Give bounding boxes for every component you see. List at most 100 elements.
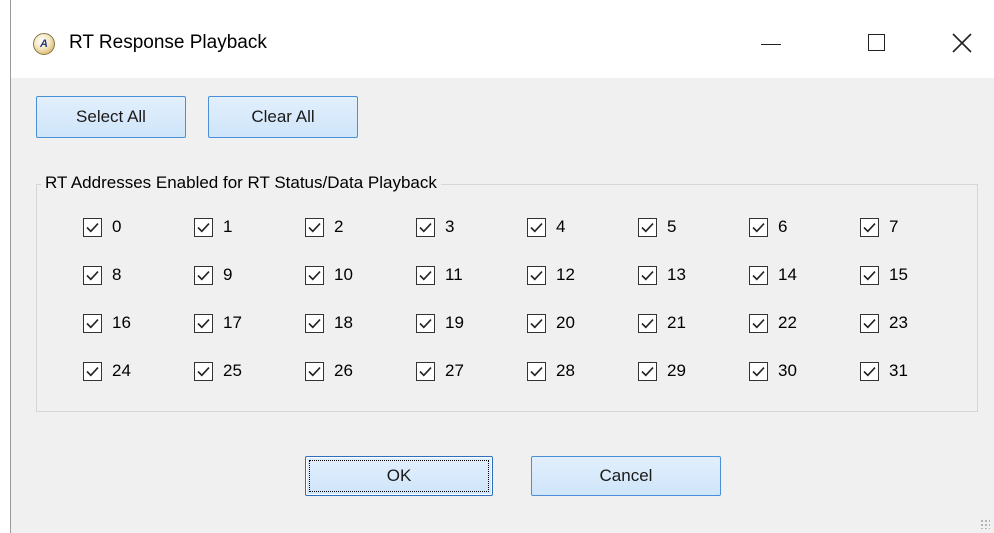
rt-address-checkbox-25[interactable]: 25 [194,359,242,383]
checkbox-box[interactable] [194,217,213,237]
checkbox-label: 21 [667,313,686,332]
rt-address-checkbox-22[interactable]: 22 [749,311,797,335]
checkbox-box[interactable] [194,361,213,381]
rt-address-checkbox-28[interactable]: 28 [527,359,575,383]
checkbox-box[interactable] [749,265,768,285]
cancel-button[interactable]: Cancel [531,456,721,496]
checkbox-box[interactable] [416,265,435,285]
checkbox-label: 18 [334,313,353,332]
rt-address-checkbox-14[interactable]: 14 [749,263,797,287]
rt-address-checkbox-24[interactable]: 24 [83,359,131,383]
checkbox-box[interactable] [416,361,435,381]
checkbox-box[interactable] [749,217,768,237]
rt-address-checkbox-21[interactable]: 21 [638,311,686,335]
rt-address-checkbox-0[interactable]: 0 [83,215,121,239]
checkbox-box[interactable] [527,361,546,381]
checkbox-box[interactable] [638,313,657,333]
checkbox-box[interactable] [305,217,324,237]
rt-address-checkbox-12[interactable]: 12 [527,263,575,287]
checkbox-box[interactable] [194,265,213,285]
maximize-button[interactable] [854,20,904,66]
checkbox-box[interactable] [527,265,546,285]
checkbox-label: 14 [778,265,797,284]
checkbox-box[interactable] [416,313,435,333]
rt-address-checkbox-15[interactable]: 15 [860,263,908,287]
checkbox-box[interactable] [305,313,324,333]
rt-address-checkbox-26[interactable]: 26 [305,359,353,383]
rt-address-checkbox-11[interactable]: 11 [416,263,463,287]
checkmark-icon [863,270,876,280]
rt-address-checkbox-5[interactable]: 5 [638,215,676,239]
rt-address-checkbox-6[interactable]: 6 [749,215,787,239]
rt-address-checkbox-16[interactable]: 16 [83,311,131,335]
checkbox-box[interactable] [638,265,657,285]
rt-address-checkbox-29[interactable]: 29 [638,359,686,383]
resize-grip[interactable] [980,519,990,529]
checkbox-label: 13 [667,265,686,284]
checkbox-box[interactable] [749,313,768,333]
rt-address-checkbox-19[interactable]: 19 [416,311,464,335]
checkbox-box[interactable] [638,361,657,381]
checkbox-box[interactable] [749,361,768,381]
checkbox-box[interactable] [860,217,879,237]
checkbox-label: 10 [334,265,353,284]
close-icon [952,33,972,53]
rt-address-checkbox-31[interactable]: 31 [860,359,908,383]
rt-address-checkbox-20[interactable]: 20 [527,311,575,335]
checkmark-icon [752,318,765,328]
rt-address-checkbox-1[interactable]: 1 [194,215,232,239]
checkbox-box[interactable] [860,265,879,285]
checkbox-box[interactable] [83,217,102,237]
checkbox-box[interactable] [305,265,324,285]
checkbox-label: 5 [667,217,677,236]
checkbox-label: 12 [556,265,575,284]
rt-address-checkbox-4[interactable]: 4 [527,215,565,239]
checkmark-icon [308,270,321,280]
select-all-button[interactable]: Select All [36,96,186,138]
checkbox-box[interactable] [83,361,102,381]
clear-all-button[interactable]: Clear All [208,96,358,138]
checkbox-label: 24 [112,361,131,380]
checkbox-label: 6 [778,217,788,236]
rt-address-checkbox-9[interactable]: 9 [194,263,232,287]
checkbox-box[interactable] [860,313,879,333]
app-logo-icon: A [33,33,55,55]
checkbox-box[interactable] [305,361,324,381]
title-bar[interactable]: A RT Response Playback [11,0,994,78]
checkbox-label: 26 [334,361,353,380]
checkmark-icon [752,222,765,232]
rt-address-checkbox-2[interactable]: 2 [305,215,343,239]
checkbox-label: 15 [889,265,908,284]
rt-address-checkbox-13[interactable]: 13 [638,263,686,287]
rt-address-checkbox-23[interactable]: 23 [860,311,908,335]
checkbox-label: 16 [112,313,131,332]
checkmark-icon [86,366,99,376]
rt-address-checkbox-30[interactable]: 30 [749,359,797,383]
checkbox-box[interactable] [83,265,102,285]
checkbox-box[interactable] [83,313,102,333]
checkmark-icon [308,318,321,328]
checkmark-icon [419,318,432,328]
rt-address-checkbox-10[interactable]: 10 [305,263,353,287]
checkbox-box[interactable] [194,313,213,333]
rt-address-checkbox-17[interactable]: 17 [194,311,242,335]
focus-rectangle [309,460,489,492]
checkmark-icon [641,366,654,376]
checkbox-box[interactable] [416,217,435,237]
checkbox-label: 25 [223,361,242,380]
rt-address-checkbox-8[interactable]: 8 [83,263,121,287]
checkmark-icon [641,318,654,328]
rt-address-checkbox-7[interactable]: 7 [860,215,898,239]
checkbox-box[interactable] [860,361,879,381]
rt-address-checkbox-27[interactable]: 27 [416,359,464,383]
checkbox-label: 9 [223,265,233,284]
rt-address-checkbox-3[interactable]: 3 [416,215,454,239]
checkbox-box[interactable] [527,217,546,237]
ok-button[interactable]: OK [305,456,493,496]
checkbox-box[interactable] [638,217,657,237]
minimize-button[interactable] [749,20,799,66]
checkmark-icon [752,366,765,376]
checkbox-box[interactable] [527,313,546,333]
close-button[interactable] [939,20,989,66]
rt-address-checkbox-18[interactable]: 18 [305,311,353,335]
